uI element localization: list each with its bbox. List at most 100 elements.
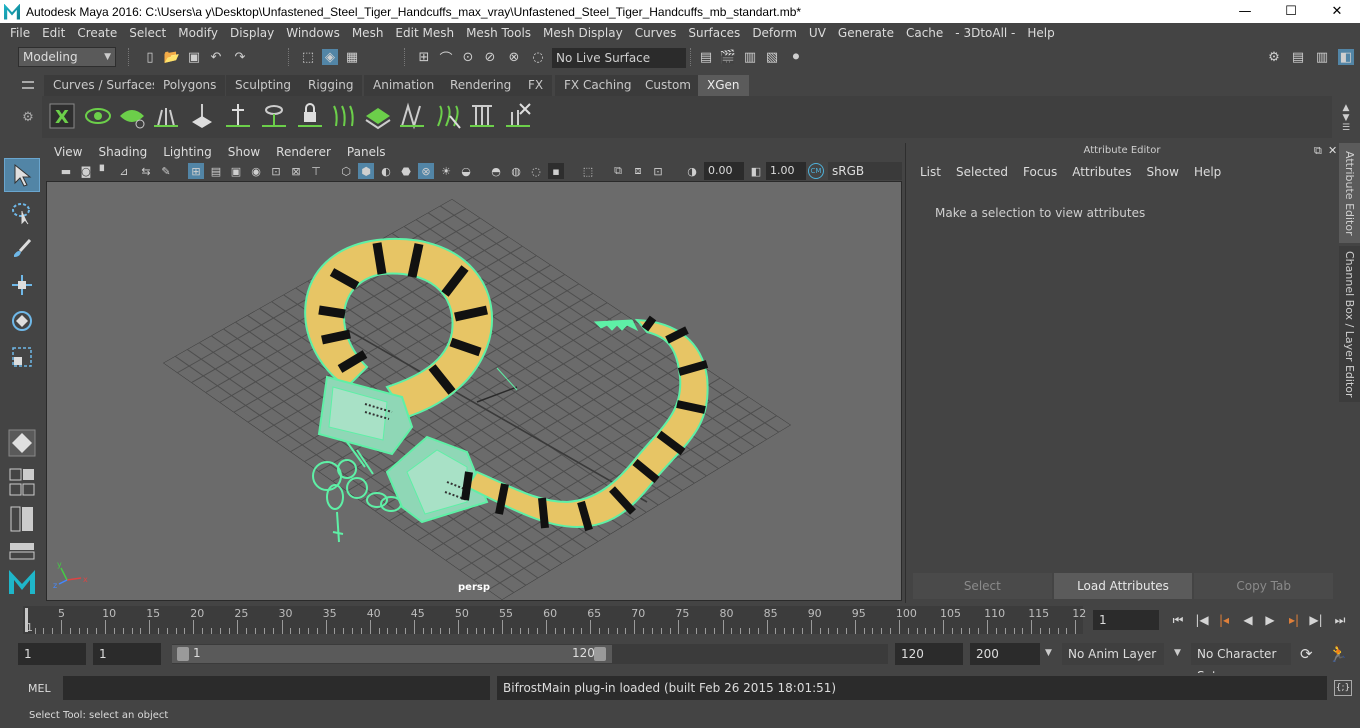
- go-to-end-icon[interactable]: ⏭: [1330, 610, 1350, 630]
- float-panel-icon[interactable]: ⧉: [1314, 144, 1322, 158]
- persp-viewport[interactable]: x y z persp: [46, 181, 902, 601]
- bookmark-icon[interactable]: ▘: [96, 163, 112, 179]
- redo-icon[interactable]: ↷: [232, 49, 248, 65]
- grid-toggle-icon[interactable]: ⊞: [188, 163, 204, 179]
- menu-mesh-display[interactable]: Mesh Display: [537, 26, 629, 40]
- play-backwards-icon[interactable]: ◀: [1238, 610, 1258, 630]
- viewport-menu-lighting[interactable]: Lighting: [155, 145, 220, 159]
- view-transform-dropdown[interactable]: sRGB gamma: [828, 162, 902, 196]
- menu-mesh[interactable]: Mesh: [346, 26, 390, 40]
- ae-menu-focus[interactable]: Focus: [1023, 165, 1057, 179]
- animation-start-field[interactable]: 1: [93, 643, 161, 665]
- xgen-window-icon[interactable]: X: [48, 102, 76, 130]
- xgen-preview-icon[interactable]: [84, 102, 112, 130]
- smooth-shade-icon[interactable]: ⬢: [358, 163, 374, 179]
- color-management-icon[interactable]: CM: [808, 163, 824, 179]
- tab-polygons[interactable]: Polygons: [154, 75, 226, 96]
- shadows-icon[interactable]: ◒: [458, 163, 474, 179]
- rotate-tool-button[interactable]: [4, 304, 40, 338]
- tab-sculpting[interactable]: Sculpting: [226, 75, 301, 96]
- time-slider-track[interactable]: 1 5 10 15 20 25 30 35 40 45 50 55 60 65 70 75 80 85 90 95 1…: [23, 606, 1086, 634]
- snap-curve-icon[interactable]: ⌒: [438, 49, 454, 67]
- xgen-ground-icon[interactable]: [364, 102, 392, 130]
- four-pane-layout-button[interactable]: [4, 464, 40, 500]
- render-view-icon[interactable]: ▤: [698, 49, 714, 65]
- resolution-gate-icon[interactable]: ▣: [228, 163, 244, 179]
- live-surface-field[interactable]: No Live Surface: [552, 48, 686, 68]
- scale-tool-button[interactable]: [4, 340, 40, 374]
- ae-menu-attributes[interactable]: Attributes: [1072, 165, 1131, 179]
- shelf-menu-icon[interactable]: [22, 81, 34, 89]
- anti-aliasing-icon[interactable]: ◌: [528, 163, 544, 179]
- toggle-outliner-icon[interactable]: ▤: [1290, 49, 1306, 65]
- depth-of-field-icon[interactable]: ▪: [548, 163, 564, 179]
- snap-view-plane-icon[interactable]: ⊘: [482, 49, 498, 65]
- workspace-icon[interactable]: ⚙: [1266, 49, 1282, 65]
- menu-deform[interactable]: Deform: [746, 26, 803, 40]
- menu-mesh-tools[interactable]: Mesh Tools: [460, 26, 537, 40]
- close-button[interactable]: ✕: [1314, 0, 1360, 23]
- animation-preferences-icon[interactable]: 🏃: [1328, 644, 1348, 663]
- move-tool-button[interactable]: [4, 268, 40, 302]
- menu-generate[interactable]: Generate: [832, 26, 900, 40]
- go-to-start-icon[interactable]: ⏮: [1168, 610, 1188, 630]
- select-camera-icon[interactable]: ▬: [58, 163, 74, 179]
- attribute-editor-side-tab[interactable]: Attribute Editor: [1339, 143, 1360, 243]
- gate-mask-icon[interactable]: ◉: [248, 163, 264, 179]
- command-input[interactable]: [63, 676, 490, 700]
- xgen-delete-guide-icon[interactable]: [504, 102, 532, 130]
- toggle-channel-box-icon[interactable]: ▥: [1314, 49, 1330, 65]
- copy-tab-button[interactable]: Copy Tab: [1194, 573, 1334, 599]
- script-language-label[interactable]: MEL: [28, 682, 51, 695]
- wireframe-icon[interactable]: ⬡: [338, 163, 354, 179]
- tab-animation[interactable]: Animation: [364, 75, 444, 96]
- menu-curves[interactable]: Curves: [629, 26, 683, 40]
- undo-icon[interactable]: ↶: [208, 49, 224, 65]
- save-scene-icon[interactable]: ▣: [186, 49, 202, 65]
- ae-menu-selected[interactable]: Selected: [956, 165, 1008, 179]
- viewport-menu-shading[interactable]: Shading: [90, 145, 155, 159]
- current-frame-field[interactable]: 1: [1093, 610, 1159, 630]
- safe-action-icon[interactable]: ⊠: [288, 163, 304, 179]
- menu-uv[interactable]: UV: [803, 26, 832, 40]
- ae-menu-list[interactable]: List: [920, 165, 941, 179]
- menu-surfaces[interactable]: Surfaces: [682, 26, 746, 40]
- playback-end-field[interactable]: 120: [895, 643, 963, 665]
- outliner-layout-button[interactable]: [4, 502, 40, 536]
- close-panel-icon[interactable]: ✕: [1328, 144, 1337, 157]
- select-hierarchy-icon[interactable]: ⬚: [300, 49, 316, 65]
- single-pane-layout-button[interactable]: [4, 426, 40, 460]
- shelf-settings-icon[interactable]: ⚙: [20, 109, 36, 125]
- minimize-button[interactable]: —: [1222, 0, 1268, 23]
- viewport-menu-view[interactable]: View: [46, 145, 90, 159]
- select-object-icon[interactable]: ◈: [322, 49, 338, 65]
- menu-cache[interactable]: Cache: [900, 26, 949, 40]
- tab-custom[interactable]: Custom: [636, 75, 700, 96]
- gamma-icon[interactable]: ◧: [748, 163, 764, 179]
- playback-start-field[interactable]: 1: [18, 643, 86, 665]
- ae-menu-show[interactable]: Show: [1147, 165, 1179, 179]
- xgen-grooming-icon[interactable]: [434, 102, 462, 130]
- screen-space-ao-icon[interactable]: ◓: [488, 163, 504, 179]
- lasso-tool-button[interactable]: [4, 196, 40, 230]
- script-editor-icon[interactable]: {;}: [1334, 680, 1352, 696]
- snap-grid-icon[interactable]: ⊞: [416, 49, 432, 65]
- camera-attributes-icon[interactable]: ◙: [78, 163, 94, 179]
- menu-select[interactable]: Select: [123, 26, 172, 40]
- viewport-menu-show[interactable]: Show: [220, 145, 268, 159]
- menu-windows[interactable]: Windows: [280, 26, 346, 40]
- maximize-button[interactable]: ☐: [1268, 0, 1314, 23]
- film-gate-icon[interactable]: ▤: [208, 163, 224, 179]
- wireframe-on-shaded-icon[interactable]: ⬣: [398, 163, 414, 179]
- field-chart-icon[interactable]: ⊡: [268, 163, 284, 179]
- motion-blur-icon[interactable]: ◍: [508, 163, 524, 179]
- xray-components-icon[interactable]: ⊡: [650, 163, 666, 179]
- menu-display[interactable]: Display: [224, 26, 280, 40]
- xgen-sculpt-icon[interactable]: [224, 102, 252, 130]
- safe-title-icon[interactable]: ⊤: [308, 163, 324, 179]
- make-live-icon[interactable]: ◌: [530, 49, 546, 65]
- tab-rigging[interactable]: Rigging: [299, 75, 363, 96]
- render-settings-icon[interactable]: ▧: [764, 49, 780, 65]
- menu-modify[interactable]: Modify: [172, 26, 224, 40]
- maya-home-button[interactable]: [4, 564, 40, 598]
